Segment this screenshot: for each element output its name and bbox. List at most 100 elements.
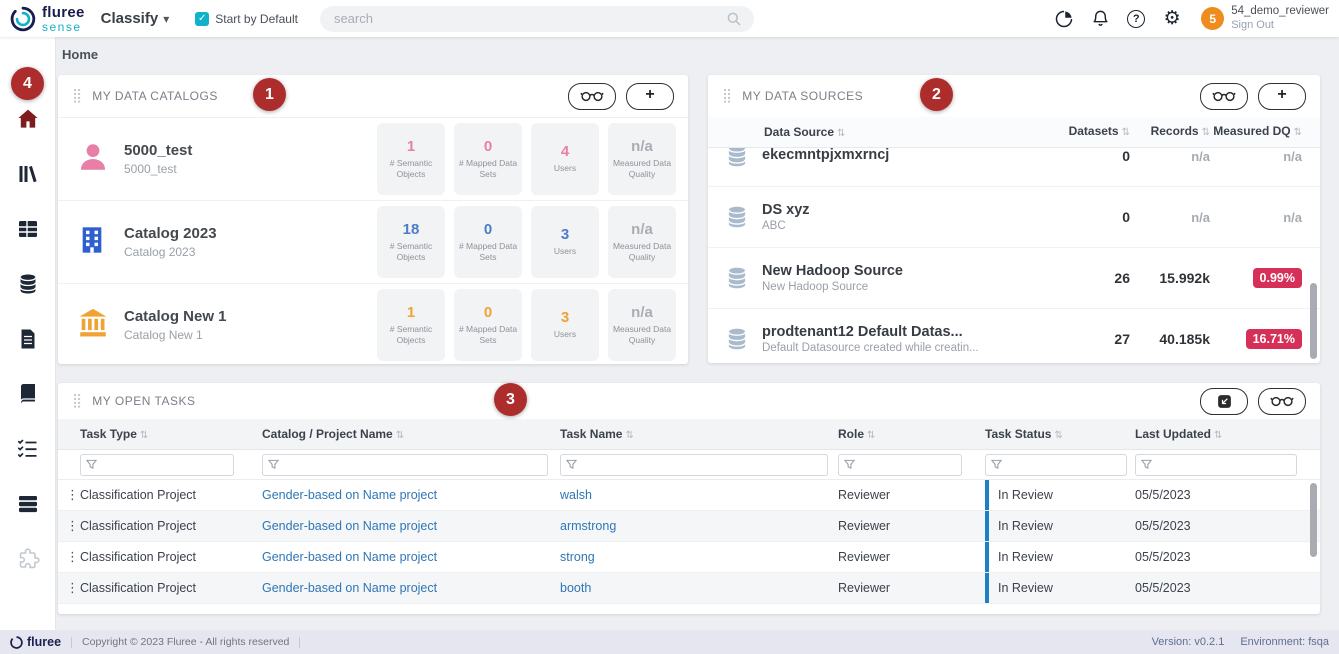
task-status: In Review	[985, 511, 1135, 541]
breadcrumb[interactable]: Home	[62, 47, 98, 62]
scrollbar-thumb[interactable]	[1310, 283, 1317, 359]
data-source-row[interactable]: DS xyz ABC 0 n/a n/a	[708, 187, 1320, 248]
sidebar-item-catalogs[interactable]	[16, 162, 40, 186]
view-catalogs-button[interactable]	[568, 83, 616, 110]
filter-input[interactable]	[1136, 454, 1296, 476]
help-icon[interactable]: ?	[1125, 8, 1147, 30]
user-avatar[interactable]: 5	[1201, 7, 1224, 30]
search-input[interactable]	[332, 10, 726, 27]
task-name-link[interactable]: strong	[560, 550, 838, 564]
row-menu-icon[interactable]	[66, 487, 79, 503]
sign-out-link[interactable]: Sign Out	[1231, 19, 1329, 32]
data-source-row[interactable]: prodtenant12 Default Datas... Default Da…	[708, 309, 1320, 364]
column-header-task-name[interactable]: Task Name	[560, 427, 838, 441]
stat-mapped-datasets: 0 # Mapped Data Sets	[454, 289, 522, 361]
task-name-link[interactable]: booth	[560, 581, 838, 595]
task-row[interactable]: Classification Project Gender-based on N…	[58, 511, 1320, 542]
add-source-button[interactable]	[1258, 83, 1306, 110]
catalog-list-item[interactable]: Catalog 2023 Catalog 2023 18 # Semantic …	[58, 200, 688, 283]
column-header-measured-dq[interactable]: Measured DQ	[1210, 125, 1302, 139]
task-row[interactable]: Classification Project Gender-based on N…	[58, 573, 1320, 604]
column-header-records[interactable]: Records	[1130, 125, 1210, 139]
filter-input[interactable]	[986, 454, 1126, 476]
filter-funnel-icon	[844, 459, 855, 470]
row-menu-icon[interactable]	[66, 580, 79, 596]
column-header-task-status[interactable]: Task Status	[985, 427, 1135, 441]
drag-handle-icon[interactable]	[722, 87, 732, 105]
database-icon	[724, 326, 750, 352]
filter-task-name[interactable]	[560, 454, 828, 476]
view-sources-button[interactable]	[1200, 83, 1248, 110]
task-name-link[interactable]: armstrong	[560, 519, 838, 533]
export-tasks-button[interactable]	[1200, 388, 1248, 415]
data-source-row[interactable]: ekecmntpjxmxrncj 0 n/a n/a	[708, 148, 1320, 187]
my-data-catalogs-panel: MY DATA CATALOGS 5000_test	[58, 75, 688, 364]
filter-task-status[interactable]	[985, 454, 1127, 476]
column-header-project[interactable]: Catalog / Project Name	[262, 427, 560, 441]
column-header-role[interactable]: Role	[838, 427, 985, 441]
view-tasks-button[interactable]	[1258, 388, 1306, 415]
add-catalog-button[interactable]	[626, 83, 674, 110]
task-role: Reviewer	[838, 488, 985, 502]
row-menu-icon[interactable]	[66, 549, 79, 565]
dq-badge: 0.99%	[1253, 268, 1302, 288]
catalog-list-item[interactable]: Catalog New 1 Catalog New 1 1 # Semantic…	[58, 283, 688, 366]
username: 54_demo_reviewer	[1231, 5, 1329, 19]
filter-input[interactable]	[839, 454, 961, 476]
usage-chart-icon[interactable]	[1053, 8, 1075, 30]
drag-handle-icon[interactable]	[72, 87, 82, 105]
sidebar-item-tables[interactable]	[16, 217, 40, 241]
start-by-default-checkbox[interactable]: Start by Default	[195, 12, 298, 26]
source-datasets: 27	[1060, 331, 1130, 347]
source-subtitle: ABC	[762, 220, 810, 232]
sort-icon	[1211, 427, 1222, 441]
checkbox-checked-icon[interactable]	[195, 12, 209, 26]
filter-last-updated[interactable]	[1135, 454, 1297, 476]
column-header-datasets[interactable]: Datasets	[1060, 125, 1130, 139]
settings-gear-icon[interactable]: ⚙	[1161, 8, 1183, 30]
classify-menu[interactable]: Classify	[101, 10, 170, 28]
project-link[interactable]: Gender-based on Name project	[262, 581, 560, 595]
filter-input[interactable]	[263, 454, 547, 476]
source-datasets: 0	[1060, 148, 1130, 164]
row-menu-icon[interactable]	[66, 518, 79, 534]
status-accent-bar	[985, 511, 989, 541]
data-source-row[interactable]: New Hadoop Source New Hadoop Source 26 1…	[708, 248, 1320, 309]
task-row[interactable]: Classification Project Gender-based on N…	[58, 480, 1320, 511]
project-link[interactable]: Gender-based on Name project	[262, 488, 560, 502]
scrollbar-thumb[interactable]	[1310, 483, 1317, 557]
column-header-data-source[interactable]: Data Source	[724, 125, 1060, 139]
task-row[interactable]: Classification Project Gender-based on N…	[58, 542, 1320, 573]
task-name-link[interactable]: walsh	[560, 488, 838, 502]
column-header-last-updated[interactable]: Last Updated	[1135, 427, 1320, 441]
sort-icon	[1119, 124, 1130, 138]
sidebar-item-documents[interactable]	[16, 327, 40, 351]
sidebar-item-data-sources[interactable]	[16, 272, 40, 296]
filter-input[interactable]	[561, 454, 827, 476]
fluree-logo[interactable]: fluree sense	[10, 5, 85, 33]
filter-role[interactable]	[838, 454, 962, 476]
project-link[interactable]: Gender-based on Name project	[262, 519, 560, 533]
notifications-bell-icon[interactable]	[1089, 8, 1111, 30]
task-type: Classification Project	[80, 550, 262, 564]
sidebar-item-glossary[interactable]	[16, 382, 40, 406]
stat-semantic-objects: 18 # Semantic Objects	[377, 206, 445, 278]
source-subtitle: Default Datasource created while creatin…	[762, 342, 979, 354]
column-header-task-type[interactable]: Task Type	[80, 427, 262, 441]
sidebar-item-tasks[interactable]	[16, 437, 40, 461]
tasks-table-header: Task Type Catalog / Project Name Task Na…	[58, 419, 1320, 450]
filter-input[interactable]	[81, 454, 233, 476]
project-link[interactable]: Gender-based on Name project	[262, 550, 560, 564]
filter-project[interactable]	[262, 454, 548, 476]
sidebar-item-home[interactable]	[16, 107, 40, 131]
sidebar-item-integrations[interactable]	[16, 547, 40, 571]
filter-task-type[interactable]	[80, 454, 234, 476]
sidebar-item-pipelines[interactable]	[16, 492, 40, 516]
search-bar[interactable]	[320, 6, 754, 32]
source-records: 15.992k	[1130, 270, 1210, 286]
source-name: prodtenant12 Default Datas...	[762, 324, 979, 340]
catalog-list-item[interactable]: 5000_test 5000_test 1 # Semantic Objects…	[58, 117, 688, 200]
sources-table-header: Data Source Datasets Records Measured DQ	[708, 117, 1320, 148]
drag-handle-icon[interactable]	[72, 392, 82, 410]
glasses-icon	[1270, 395, 1294, 407]
